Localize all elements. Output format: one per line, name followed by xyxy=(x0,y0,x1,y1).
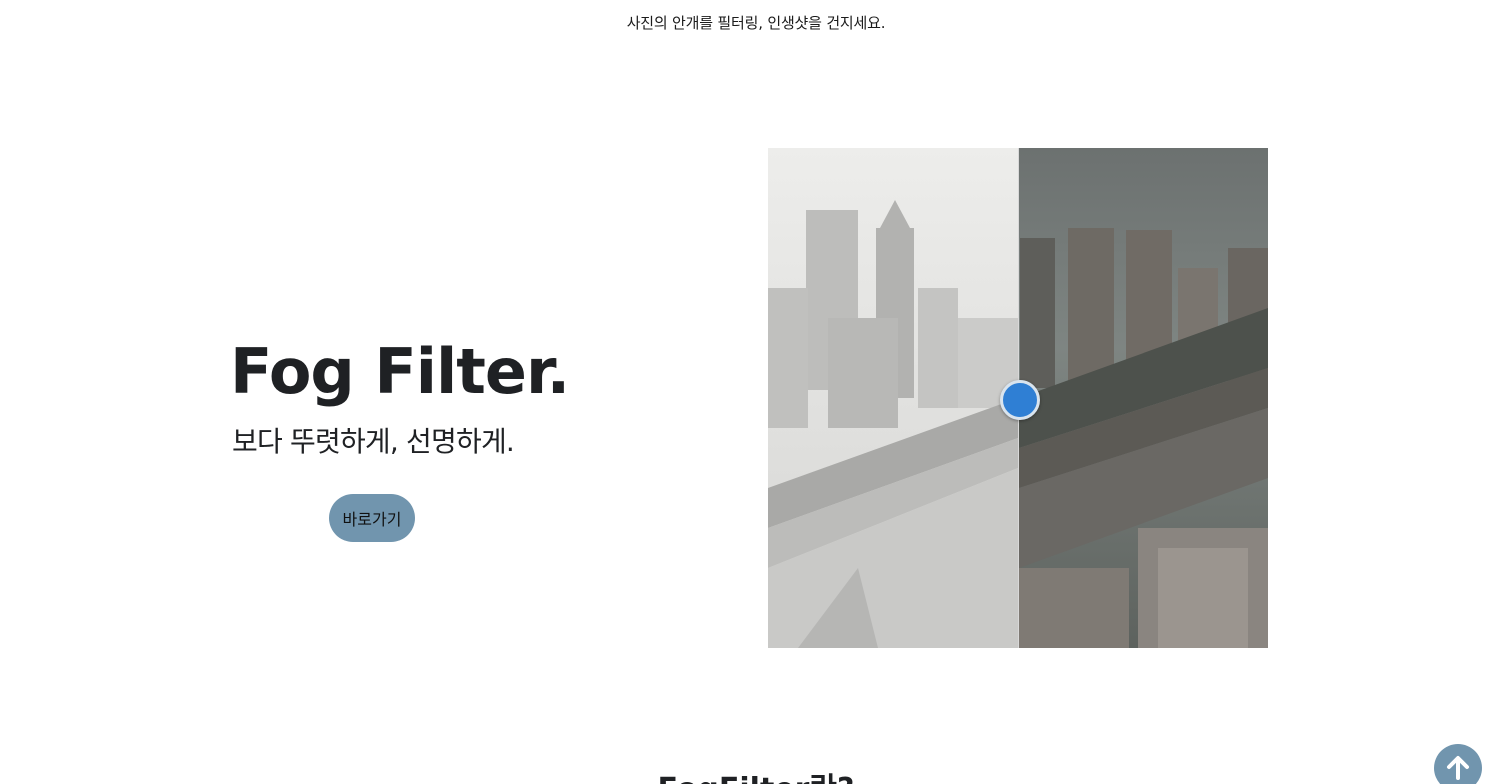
arrow-up-icon xyxy=(1447,756,1469,780)
scroll-to-top-button[interactable] xyxy=(1434,744,1482,784)
hero-subtitle: 보다 뚜렷하게, 선명하게. xyxy=(232,425,515,458)
hero-title: Fog Filter. xyxy=(230,335,570,408)
before-after-comparison[interactable] xyxy=(768,148,1268,648)
foggy-half xyxy=(768,148,1018,648)
tagline: 사진의 안개를 필터링, 인생샷을 건지세요. xyxy=(626,14,886,32)
dehazed-half xyxy=(1019,148,1268,648)
section-heading: FogFilter란? xyxy=(0,770,1512,784)
comparison-slider-handle[interactable] xyxy=(1000,380,1040,420)
hero-text-block: Fog Filter. 보다 뚜렷하게, 선명하게. xyxy=(230,335,570,460)
go-button[interactable]: 바로가기 xyxy=(329,494,415,542)
page: 사진의 안개를 필터링, 인생샷을 건지세요. Fog Filter. 보다 뚜… xyxy=(0,0,1512,784)
